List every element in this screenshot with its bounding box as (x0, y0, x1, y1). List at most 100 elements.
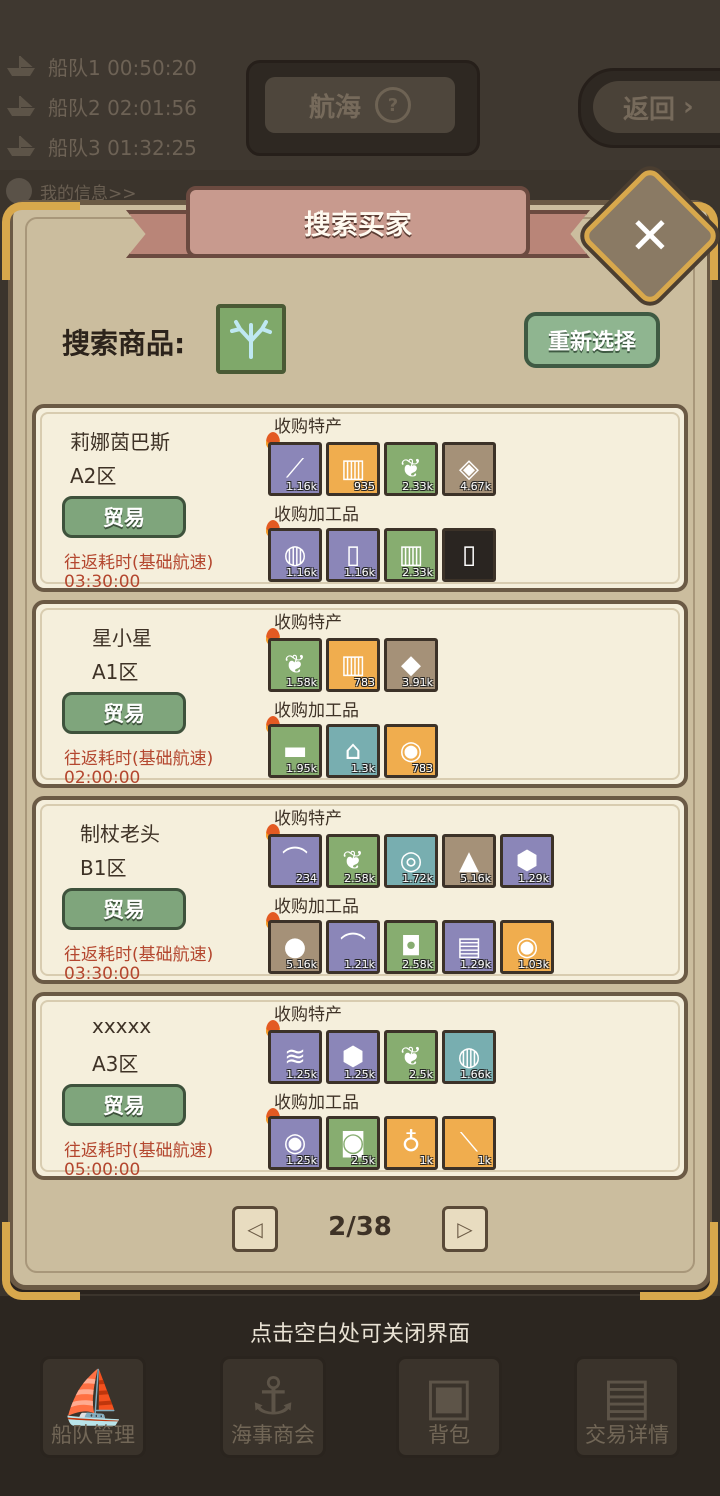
reselect-button[interactable]: 重新选择 (524, 312, 660, 368)
goods-item[interactable]: ◉ 1.03k (500, 920, 554, 974)
goods-item[interactable]: ⬢ 1.25k (326, 1030, 380, 1084)
goods-item[interactable]: ◉ 783 (384, 724, 438, 778)
roundtrip-label: 往返耗时(基础航速) (64, 1141, 214, 1161)
roundtrip-time: 05:00:00 (64, 1160, 141, 1180)
roundtrip-time: 03:30:00 (64, 572, 141, 592)
sail-button[interactable]: 航海 ? (265, 77, 455, 133)
goods-item[interactable]: ◆ 3.91k (384, 638, 438, 692)
trade-button[interactable]: 贸易 (62, 496, 186, 538)
goods-item[interactable]: ◍ 1.66k (442, 1030, 496, 1084)
goods-item[interactable]: ♁ 1k (384, 1116, 438, 1170)
goods-quantity: 1.25k (286, 1068, 317, 1081)
potion-icon: ♁ (401, 1128, 421, 1158)
goods-quantity: 1.16k (286, 480, 317, 493)
roundtrip-time: 02:00:00 (64, 768, 141, 788)
bottom-nav: ⛵ 船队管理 ⚓ 海事商会 ▣ 背包 ▤ 交易详情 (0, 1356, 720, 1460)
goods-item[interactable]: ❦ 2.5k (384, 1030, 438, 1084)
crystal-icon: ◆ (401, 650, 421, 680)
goods-item[interactable]: ⌂ 1.3k (326, 724, 380, 778)
buyer-card: 星小星 A1区 贸易 往返耗时(基础航速) 02:00:00 收购特产 ❦ 1.5… (32, 600, 688, 788)
goods-item[interactable]: ● 5.16k (268, 920, 322, 974)
dialog-title: 搜索买家 (304, 209, 412, 241)
goods-item[interactable]: ▥ 2.33k (384, 528, 438, 582)
roundtrip-label: 往返耗时(基础航速) (64, 553, 214, 573)
goods-item[interactable]: ◎ 1.72k (384, 834, 438, 888)
goods-item[interactable]: ≋ 1.25k (268, 1030, 322, 1084)
close-icon[interactable]: ✕ (600, 186, 700, 286)
emerald-icon: ⬢ (515, 846, 539, 876)
cookie-icon: ● (283, 932, 307, 962)
jar-icon: ▥ (340, 650, 366, 680)
help-icon[interactable]: ? (375, 87, 411, 123)
specialty-title: 收购特产 (274, 613, 342, 633)
nav-label: 船队管理 (51, 1423, 135, 1447)
goods-item[interactable]: ⟋ 1.16k (268, 442, 322, 496)
processed-title: 收购加工品 (274, 505, 359, 525)
pot-icon: ◍ (283, 540, 307, 570)
goods-item[interactable]: ◍ 1.16k (268, 528, 322, 582)
perfume-icon: ◉ (515, 932, 539, 962)
buyer-card: xxxxx A3区 贸易 往返耗时(基础航速) 05:00:00 收购特产 ≋ 1… (32, 992, 688, 1180)
trade-button[interactable]: 贸易 (62, 692, 186, 734)
goods-item[interactable]: ◈ 4.67k (442, 442, 496, 496)
corner-decoration (2, 202, 80, 280)
bottle-icon: ▯ (345, 540, 361, 570)
goods-item[interactable]: ⬢ 1.29k (500, 834, 554, 888)
selected-goods-slot[interactable] (216, 304, 286, 374)
buyer-zone: A2区 (70, 464, 117, 488)
nav-backpack[interactable]: ▣ 背包 (396, 1356, 502, 1458)
goods-quantity: 3.91k (402, 676, 433, 689)
arrow-right-icon: › (683, 92, 694, 122)
goods-item[interactable]: ▲ 5.16k (442, 834, 496, 888)
goods-quantity: 1.25k (344, 1068, 375, 1081)
page-indicator: 2/38 (328, 1212, 392, 1242)
goods-item[interactable]: ◘ 2.58k (384, 920, 438, 974)
goods-item[interactable]: ❦ 2.58k (326, 834, 380, 888)
processed-items: ● 5.16k ⌒ 1.21k ◘ 2.58k ▤ 1.29k ◉ 1.03k (268, 920, 558, 974)
fleet-row[interactable]: 船队1 00:50:20 (4, 46, 197, 86)
trade-button[interactable]: 贸易 (62, 888, 186, 930)
back-button[interactable]: 返回 › (593, 81, 720, 133)
jar-icon: ▥ (340, 454, 366, 484)
goods-item[interactable]: ◙ 2.5k (326, 1116, 380, 1170)
fleet-row[interactable]: 船队2 02:01:56 (4, 86, 197, 126)
fleet-row[interactable]: 船队3 01:32:25 (4, 126, 197, 166)
goods-item[interactable]: ▥ 783 (326, 638, 380, 692)
nav-fleet-management[interactable]: ⛵ 船队管理 (40, 1356, 146, 1458)
goods-item[interactable]: ❦ 1.58k (268, 638, 322, 692)
goods-item[interactable]: ⟍ 1k (442, 1116, 496, 1170)
goods-quantity: 2.58k (344, 872, 375, 885)
goods-item[interactable]: ❦ 2.33k (384, 442, 438, 496)
knife-icon: ⟍ (459, 1128, 479, 1158)
goods-quantity: 783 (412, 762, 433, 775)
nav-label: 海事商会 (231, 1423, 315, 1447)
goods-quantity: 1.21k (344, 958, 375, 971)
nav-maritime-guild[interactable]: ⚓ 海事商会 (220, 1356, 326, 1458)
back-label: 返回 (623, 94, 676, 125)
goods-item[interactable]: ⌒ 234 (268, 834, 322, 888)
prev-page-button[interactable]: ◁ (232, 1206, 278, 1252)
nav-trade-details[interactable]: ▤ 交易详情 (574, 1356, 680, 1458)
goods-quantity: 1.66k (460, 1068, 491, 1081)
goods-item[interactable]: ▤ 1.29k (442, 920, 496, 974)
next-page-button[interactable]: ▷ (442, 1206, 488, 1252)
specialty-title: 收购特产 (274, 809, 342, 829)
goods-quantity: 2.33k (402, 480, 433, 493)
goods-item[interactable]: ▬ 1.95k (268, 724, 322, 778)
trade-button[interactable]: 贸易 (62, 1084, 186, 1126)
goods-item[interactable]: ▥ 935 (326, 442, 380, 496)
close-hint: 点击空白处可关闭界面 (249, 1322, 470, 1347)
arrow-right-icon: ▷ (457, 1217, 473, 1241)
goods-item[interactable]: ⌒ 1.21k (326, 920, 380, 974)
sack-icon: ◙ (340, 1128, 366, 1158)
goods-quantity: 1k (477, 1154, 491, 1167)
goods-quantity: 1.29k (460, 958, 491, 971)
processed-items: ▬ 1.95k ⌂ 1.3k ◉ 783 (268, 724, 442, 778)
ship-icon (7, 96, 35, 116)
fleet-label: 船队1 00:50:20 (48, 55, 197, 80)
goods-item[interactable]: ◉ 1.25k (268, 1116, 322, 1170)
specialty-items: ⟋ 1.16k ▥ 935 ❦ 2.33k ◈ 4.67k (268, 442, 500, 496)
goods-item[interactable]: ▯ (442, 528, 496, 582)
vase-icon: ◘ (400, 932, 422, 962)
goods-item[interactable]: ▯ 1.16k (326, 528, 380, 582)
